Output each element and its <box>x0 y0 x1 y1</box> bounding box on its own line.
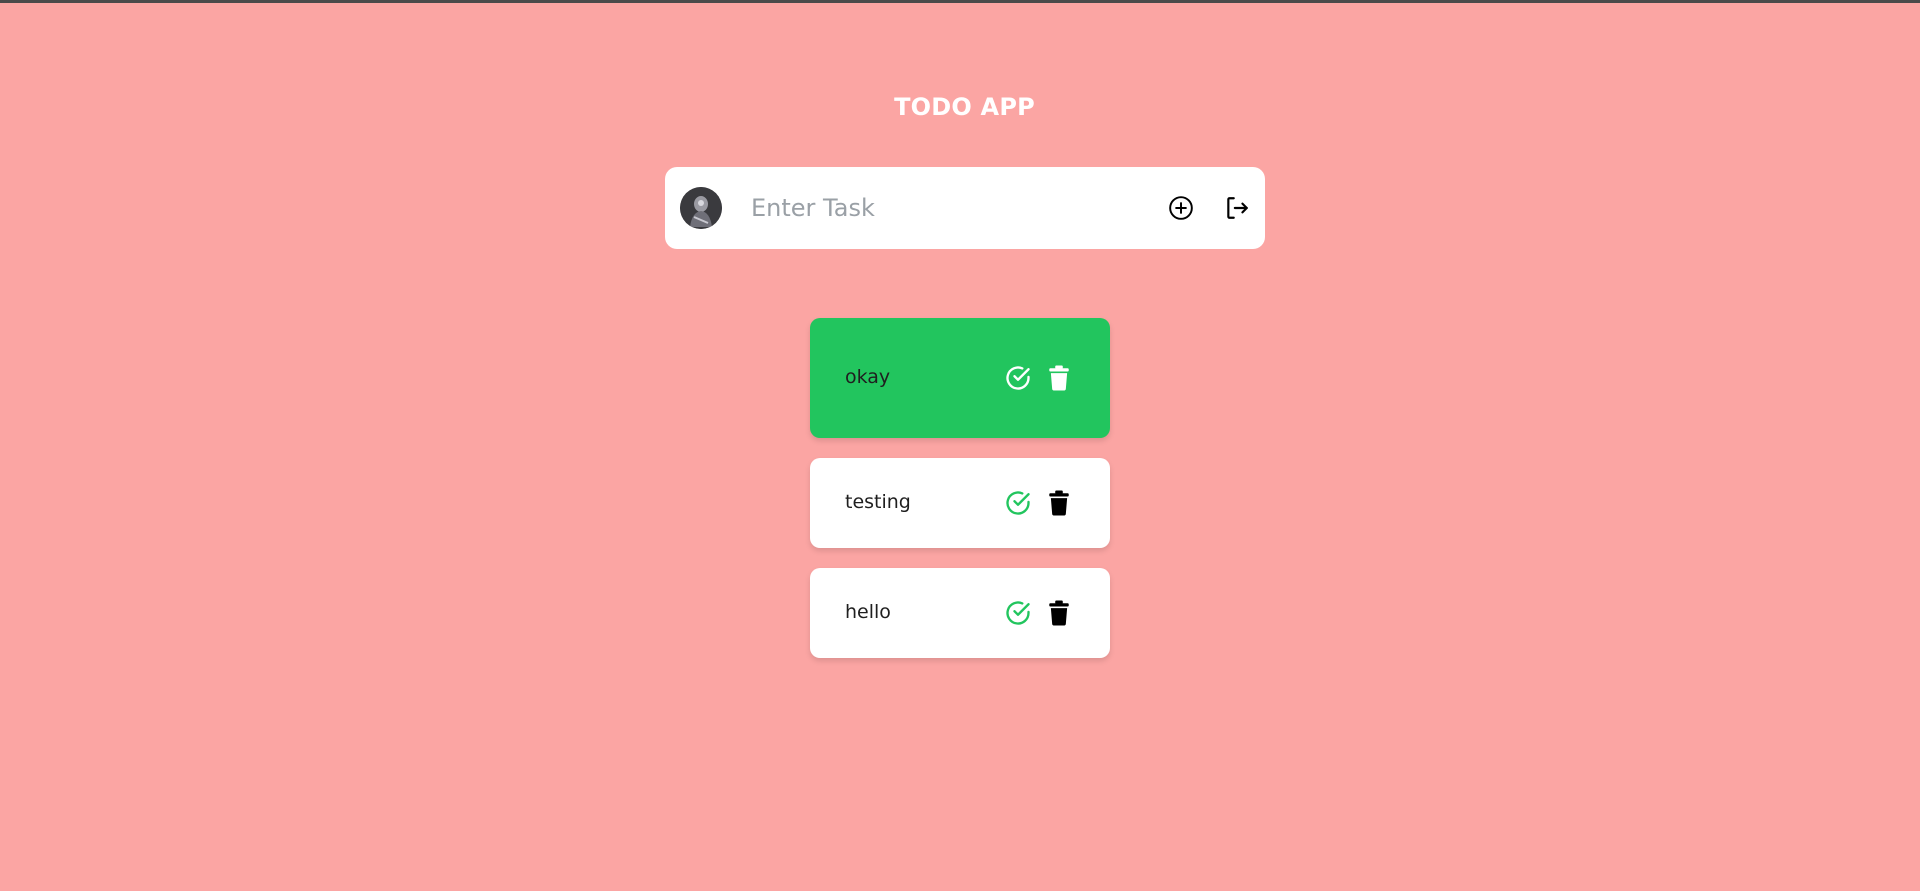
todo-item: okay <box>810 318 1110 438</box>
logout-icon <box>1227 197 1248 219</box>
task-input[interactable] <box>751 187 1151 229</box>
todo-text: hello <box>845 601 891 623</box>
check-circle-icon <box>1006 366 1030 390</box>
complete-button[interactable] <box>1003 363 1033 393</box>
delete-button[interactable] <box>1044 363 1074 393</box>
todo-text: okay <box>845 366 891 388</box>
delete-button[interactable] <box>1044 488 1074 518</box>
delete-button[interactable] <box>1044 598 1074 628</box>
check-circle-icon <box>1006 601 1030 625</box>
todo-item: hello <box>810 568 1110 658</box>
add-task-button[interactable] <box>1164 191 1198 225</box>
logout-button[interactable] <box>1220 191 1254 225</box>
complete-button[interactable] <box>1003 488 1033 518</box>
complete-button[interactable] <box>1003 598 1033 628</box>
trash-icon <box>1049 365 1069 391</box>
todo-text: testing <box>845 491 911 513</box>
plus-circle-icon <box>1169 196 1193 220</box>
page-title: TODO APP <box>894 93 1035 121</box>
check-circle-icon <box>1006 491 1030 515</box>
trash-icon <box>1049 600 1069 626</box>
avatar[interactable] <box>680 187 722 229</box>
task-entry-bar <box>665 167 1265 249</box>
trash-icon <box>1049 490 1069 516</box>
window-top-border <box>0 0 1920 3</box>
todo-item: testing <box>810 458 1110 548</box>
